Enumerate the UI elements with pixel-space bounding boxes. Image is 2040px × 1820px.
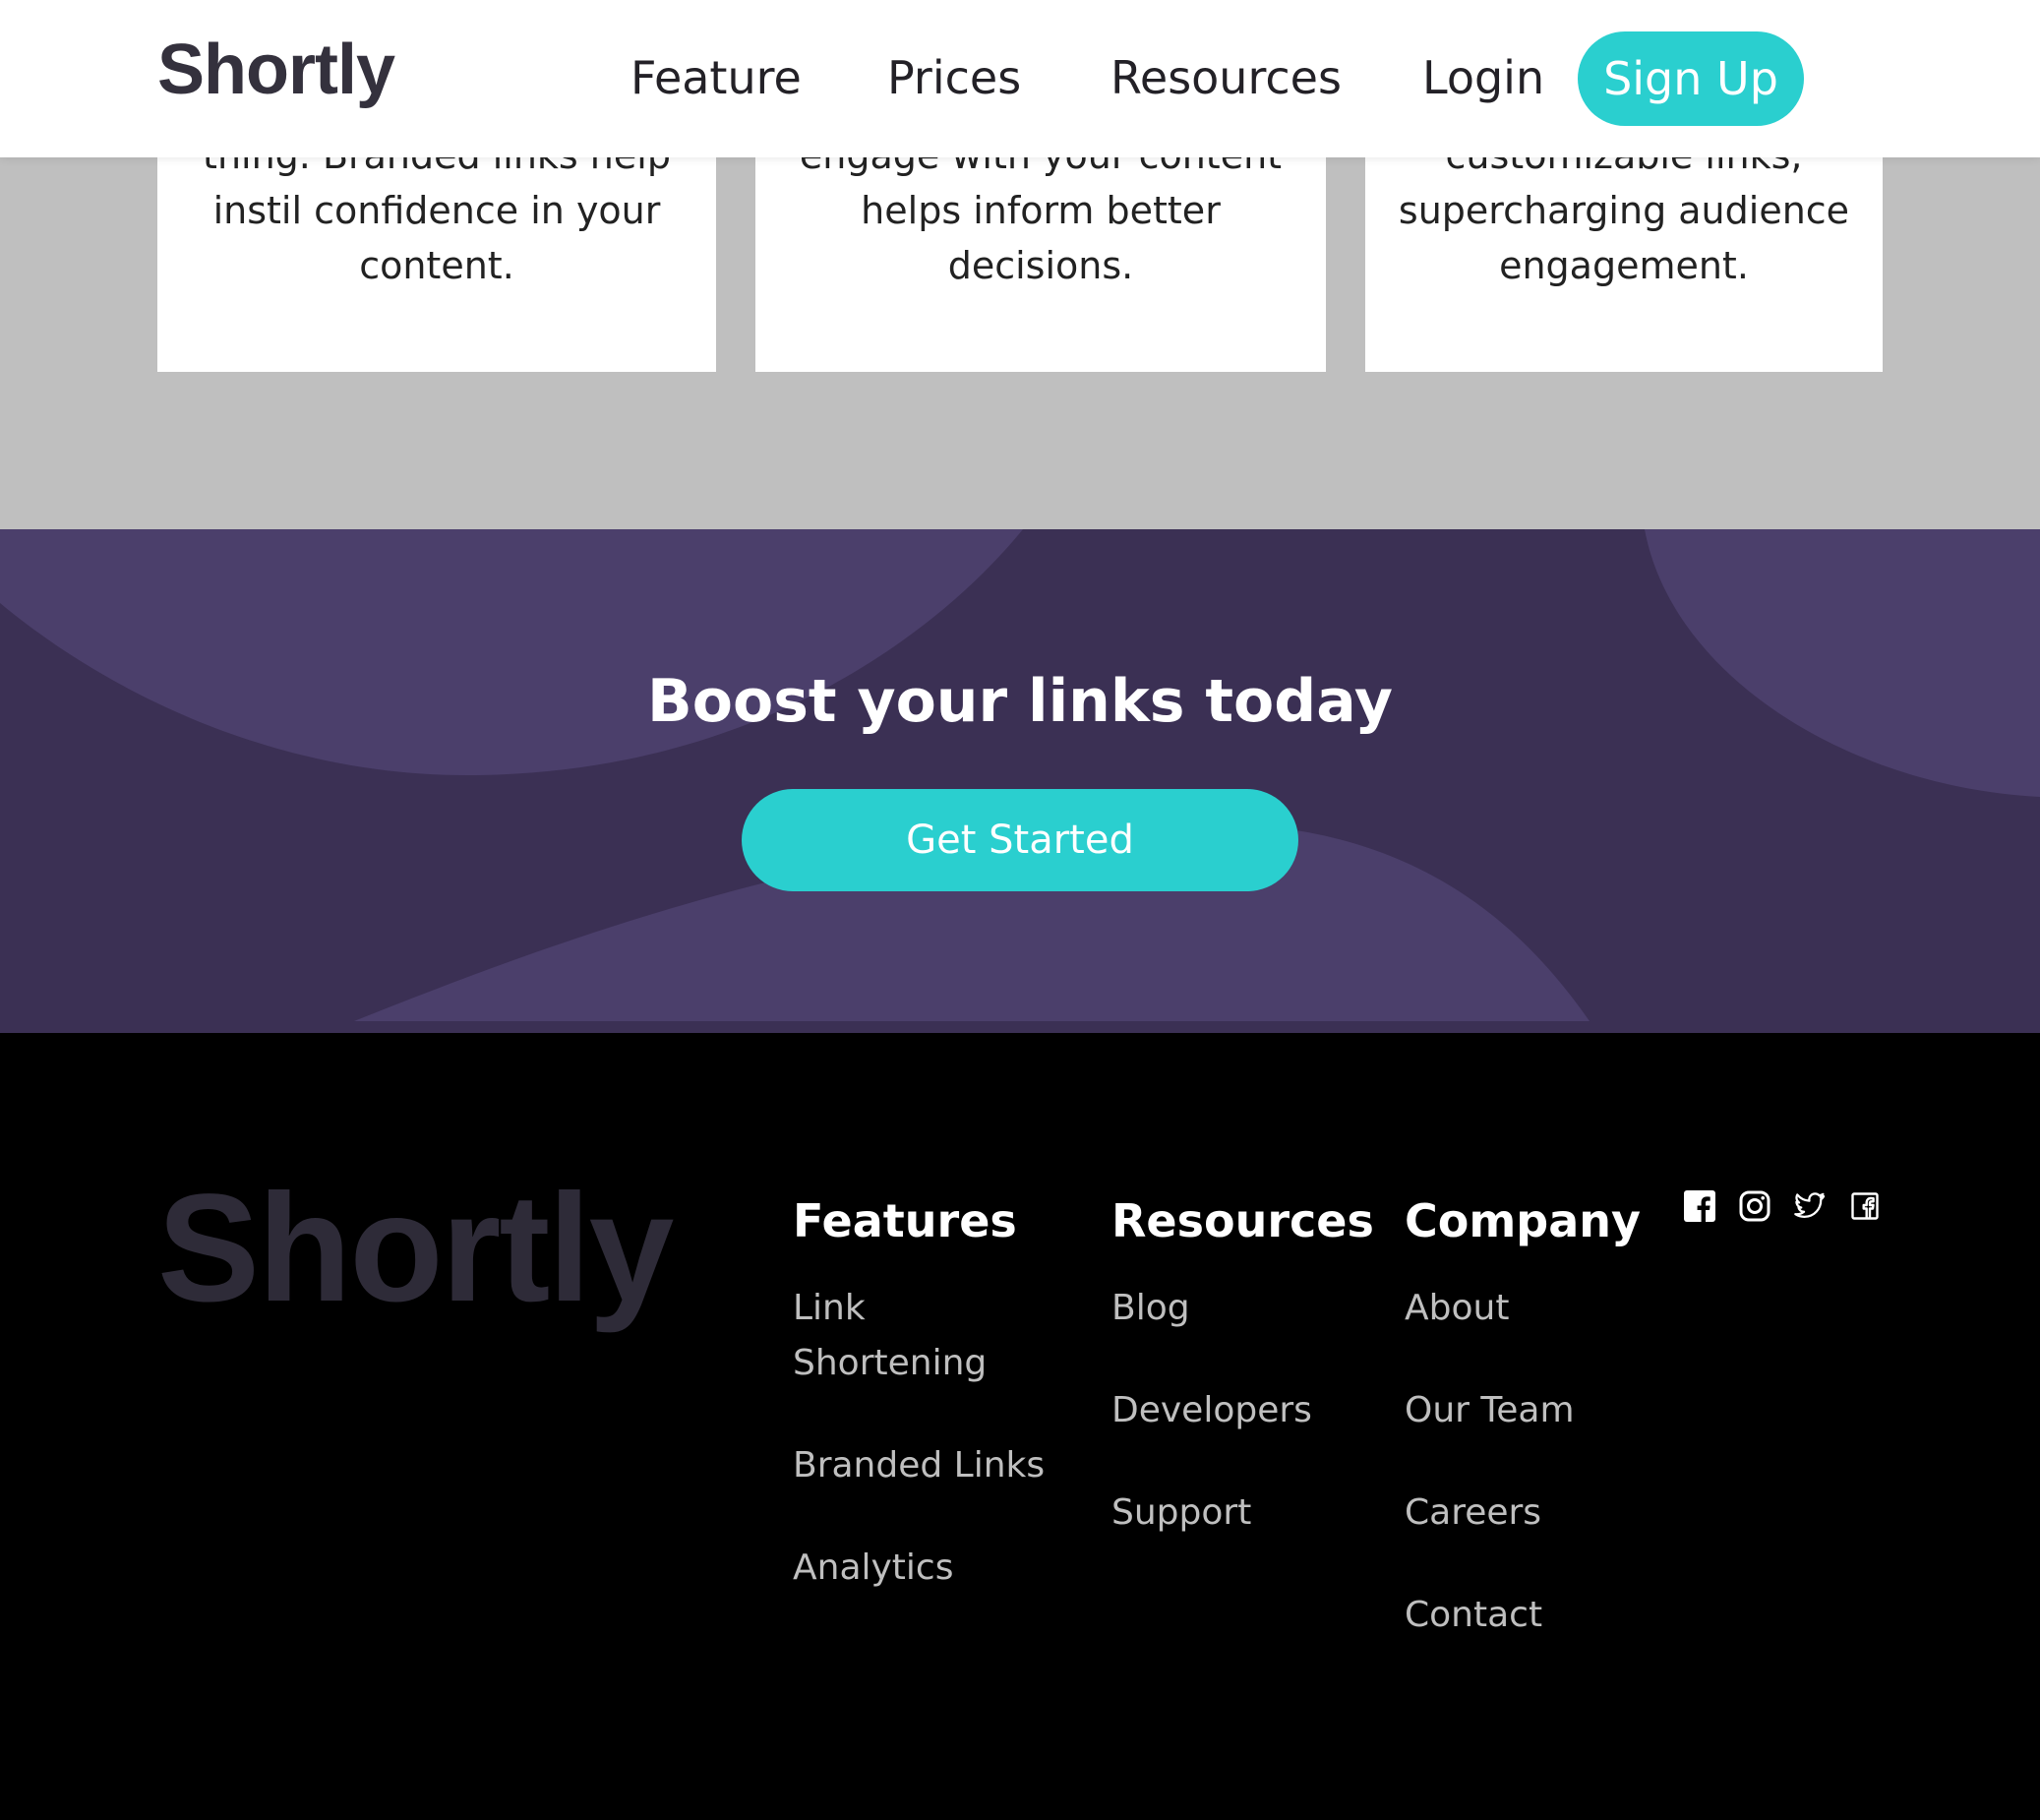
login-link[interactable]: Login bbox=[1422, 51, 1544, 104]
footer-link-our-team[interactable]: Our Team bbox=[1405, 1383, 1660, 1438]
get-started-button[interactable]: Get Started bbox=[742, 789, 1298, 891]
boost-background-shapes bbox=[0, 529, 2040, 1021]
signup-button[interactable]: Sign Up bbox=[1578, 31, 1804, 126]
nav-feature-link[interactable]: Feature bbox=[630, 51, 802, 104]
social-links bbox=[1684, 1190, 1881, 1222]
bg-shape-right bbox=[1645, 529, 2040, 797]
site-footer: Shortly Features Link Shortening Branded… bbox=[0, 1033, 2040, 1820]
bg-shape-left bbox=[0, 529, 1023, 775]
instagram-icon[interactable] bbox=[1739, 1190, 1770, 1222]
footer-column-resources: Resources Blog Developers Support bbox=[1111, 1194, 1374, 1588]
footer-link-branded-links[interactable]: Branded Links bbox=[793, 1438, 1049, 1493]
site-header: Shortly Feature Prices Resources Login S… bbox=[0, 0, 2040, 157]
footer-link-support[interactable]: Support bbox=[1111, 1486, 1367, 1541]
nav-prices-link[interactable]: Prices bbox=[887, 51, 1021, 104]
boost-title: Boost your links today bbox=[647, 667, 1393, 736]
footer-link-careers[interactable]: Careers bbox=[1405, 1486, 1660, 1541]
header-logo[interactable]: Shortly bbox=[157, 30, 395, 110]
footer-column-title: Company bbox=[1405, 1194, 1641, 1247]
twitter-icon[interactable] bbox=[1794, 1190, 1826, 1222]
facebook-icon[interactable] bbox=[1684, 1190, 1715, 1222]
footer-link-blog[interactable]: Blog bbox=[1111, 1281, 1367, 1336]
footer-link-link-shortening[interactable]: Link Shortening bbox=[793, 1281, 990, 1391]
boost-section: Boost your links today Get Started bbox=[0, 529, 2040, 1033]
footer-link-about[interactable]: About bbox=[1405, 1281, 1660, 1336]
footer-logo[interactable]: Shortly bbox=[157, 1161, 674, 1337]
footer-column-features: Features Link Shortening Branded Links A… bbox=[793, 1194, 1049, 1643]
nav-resources-link[interactable]: Resources bbox=[1110, 51, 1342, 104]
footer-column-title: Resources bbox=[1111, 1194, 1374, 1247]
footer-link-contact[interactable]: Contact bbox=[1405, 1588, 1660, 1643]
footer-column-title: Features bbox=[793, 1194, 1017, 1247]
footer-link-developers[interactable]: Developers bbox=[1111, 1383, 1367, 1438]
facebook-outline-icon[interactable] bbox=[1849, 1190, 1881, 1222]
footer-column-company: Company About Our Team Careers Contact bbox=[1405, 1194, 1660, 1690]
footer-link-analytics[interactable]: Analytics bbox=[793, 1541, 1049, 1596]
